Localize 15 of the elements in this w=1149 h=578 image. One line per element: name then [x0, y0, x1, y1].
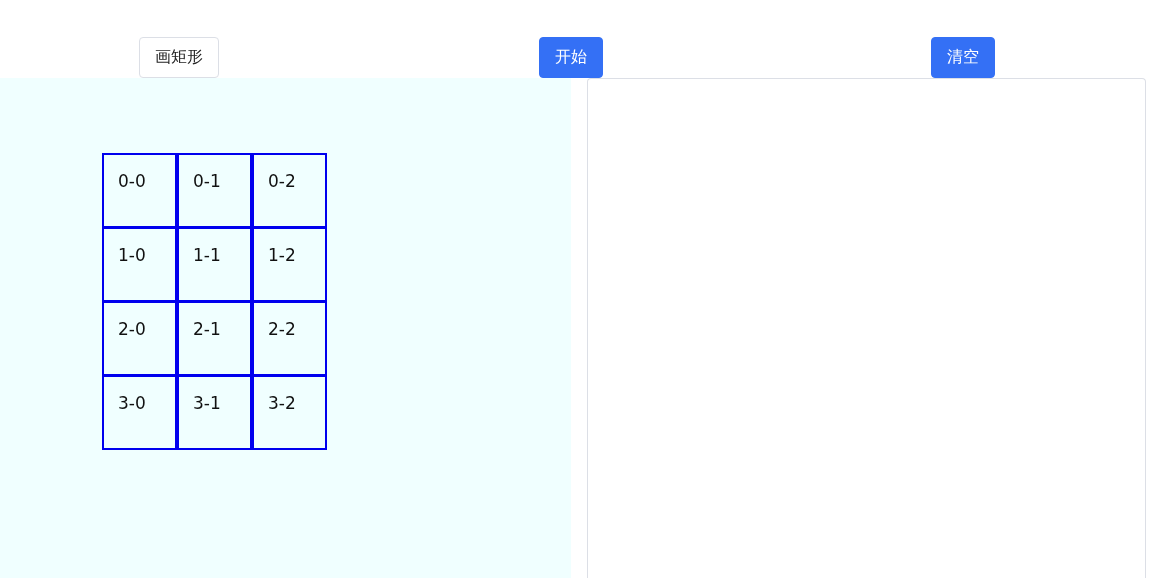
toolbar-button[interactable]: 开始: [539, 37, 603, 78]
grid-cell: 0-2: [252, 153, 327, 228]
grid-cell: 3-0: [102, 375, 177, 450]
grid-cell: 1-0: [102, 227, 177, 302]
grid-cell: 1-2: [252, 227, 327, 302]
grid-cell: 0-1: [177, 153, 252, 228]
grid-cell: 0-0: [102, 153, 177, 228]
grid-cell: 2-1: [177, 301, 252, 376]
grid-cell: 2-2: [252, 301, 327, 376]
grid-cell: 1-1: [177, 227, 252, 302]
grid-cell: 3-1: [177, 375, 252, 450]
grid-cell: 2-0: [102, 301, 177, 376]
toolbar-button[interactable]: 清空: [931, 37, 995, 78]
grid-cell: 3-2: [252, 375, 327, 450]
toolbar-button[interactable]: 画矩形: [138, 37, 219, 78]
